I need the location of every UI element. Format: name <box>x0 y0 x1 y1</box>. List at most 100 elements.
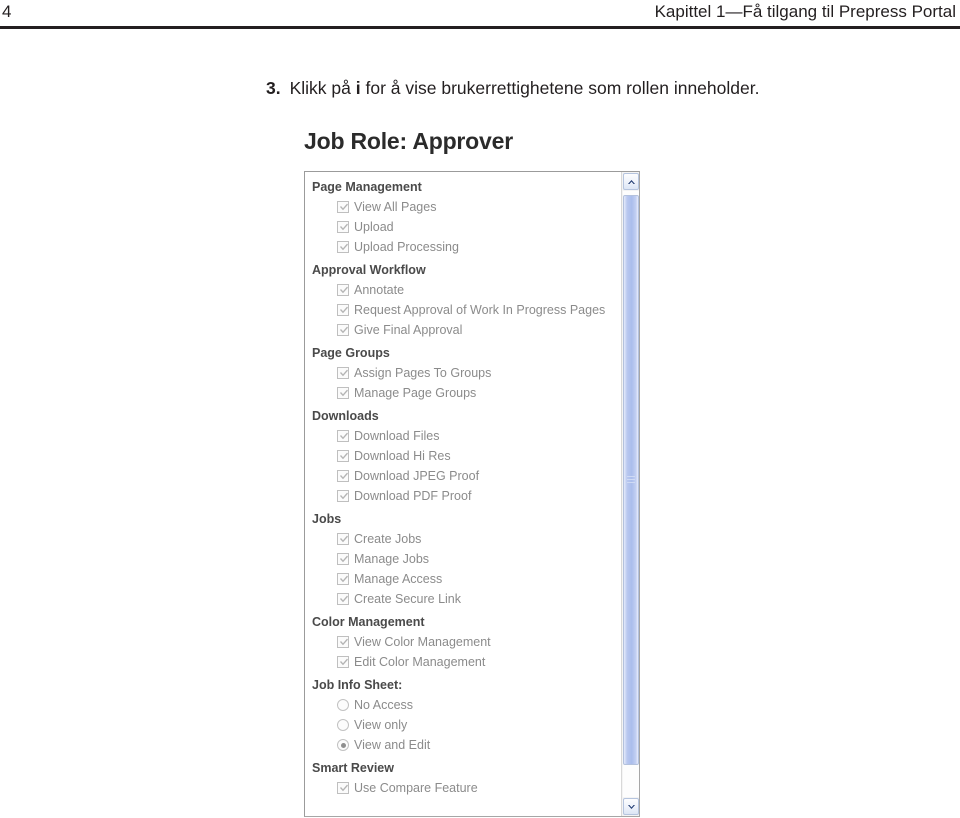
permission-option-label: Download JPEG Proof <box>354 469 480 483</box>
permission-option-label: View Color Management <box>354 635 491 649</box>
permission-option-row[interactable]: Manage Page Groups <box>312 383 621 403</box>
permission-option-label: Use Compare Feature <box>354 781 478 795</box>
permission-group-header: Job Info Sheet: <box>312 678 403 692</box>
permission-option-row[interactable]: Manage Access <box>312 569 621 589</box>
permission-option-row[interactable]: Upload Processing <box>312 237 621 257</box>
permission-option-row[interactable]: Download JPEG Proof <box>312 466 621 486</box>
permission-option-row[interactable]: View Color Management <box>312 632 621 652</box>
scrollbar-track[interactable] <box>623 191 639 797</box>
permission-group: Color Management View Color Management Edi… <box>312 613 621 672</box>
instruction-step: 3. Klikk på i for å vise brukerrettighete… <box>266 76 926 100</box>
permission-option-row[interactable]: Edit Color Management <box>312 652 621 672</box>
permission-group: Approval Workflow Annotate Request Approva… <box>312 261 621 340</box>
permission-option-row[interactable]: Download PDF Proof <box>312 486 621 506</box>
permission-group: Page Management View All Pages Upload Uploa… <box>312 178 621 257</box>
checkbox-checked-icon[interactable] <box>337 387 349 399</box>
permission-list-content: Page Management View All Pages Upload Uploa… <box>305 172 621 816</box>
permission-option-label: View All Pages <box>354 200 437 214</box>
permission-group-header: Color Management <box>312 615 425 629</box>
checkbox-checked-icon[interactable] <box>337 367 349 379</box>
permission-group: Page Groups Assign Pages To Groups Manage … <box>312 344 621 403</box>
checkbox-checked-icon[interactable] <box>337 782 349 794</box>
permission-group: Jobs Create Jobs Manage Jobs Manage Access C… <box>312 510 621 609</box>
permission-group: Job Info Sheet: No Access View only View an… <box>312 676 621 755</box>
permission-option-row[interactable]: Manage Jobs <box>312 549 621 569</box>
permission-option-label: Download PDF Proof <box>354 489 472 503</box>
scroll-up-button[interactable] <box>623 173 639 190</box>
permission-option-label: Annotate <box>354 283 405 297</box>
step-number: 3. <box>266 78 281 98</box>
checkbox-checked-icon[interactable] <box>337 656 349 668</box>
radio-selected-icon[interactable] <box>337 739 349 751</box>
checkbox-checked-icon[interactable] <box>337 430 349 442</box>
permission-option-label: No Access <box>354 698 414 712</box>
checkbox-checked-icon[interactable] <box>337 221 349 233</box>
checkbox-checked-icon[interactable] <box>337 284 349 296</box>
permission-option-label: Upload <box>354 220 394 234</box>
permission-option-label: Create Secure Link <box>354 592 462 606</box>
permission-option-row[interactable]: Upload <box>312 217 621 237</box>
permission-option-row[interactable]: Create Jobs <box>312 529 621 549</box>
radio-unselected-icon[interactable] <box>337 719 349 731</box>
checkbox-checked-icon[interactable] <box>337 636 349 648</box>
permission-option-label: Manage Jobs <box>354 552 430 566</box>
checkbox-checked-icon[interactable] <box>337 553 349 565</box>
permission-option-label: View and Edit <box>354 738 431 752</box>
permission-option-label: Manage Access <box>354 572 443 586</box>
checkbox-checked-icon[interactable] <box>337 490 349 502</box>
permission-option-row[interactable]: No Access <box>312 695 621 715</box>
permission-option-label: Edit Color Management <box>354 655 486 669</box>
header-divider-rule <box>0 26 960 29</box>
permission-option-label: Create Jobs <box>354 532 422 546</box>
step-text-before: Klikk på <box>289 78 356 98</box>
chapter-header-title: Kapittel 1—Få tilgang til Prepress Porta… <box>654 2 956 21</box>
permission-group-header: Smart Review <box>312 761 394 775</box>
step-text-after: for å vise brukerrettighetene som rollen… <box>360 78 760 98</box>
radio-unselected-icon[interactable] <box>337 699 349 711</box>
chevron-up-icon <box>627 179 636 185</box>
permission-option-label: Download Hi Res <box>354 449 451 463</box>
job-role-title: Job Role: Approver <box>304 128 513 154</box>
permission-option-label: Download Files <box>354 429 440 443</box>
permission-group-header: Page Management <box>312 180 422 194</box>
page-number: 4 <box>2 2 12 21</box>
permission-option-label: View only <box>354 718 408 732</box>
permission-option-row[interactable]: Annotate <box>312 280 621 300</box>
permission-group-header: Approval Workflow <box>312 263 426 277</box>
checkbox-checked-icon[interactable] <box>337 201 349 213</box>
permission-option-row[interactable]: Download Hi Res <box>312 446 621 466</box>
checkbox-checked-icon[interactable] <box>337 304 349 316</box>
checkbox-checked-icon[interactable] <box>337 470 349 482</box>
vertical-scrollbar[interactable] <box>621 172 639 816</box>
permission-option-label: Give Final Approval <box>354 323 463 337</box>
permission-option-row[interactable]: Download Files <box>312 426 621 446</box>
permission-option-row[interactable]: View only <box>312 715 621 735</box>
permission-option-row[interactable]: View All Pages <box>312 197 621 217</box>
chevron-down-icon <box>627 804 636 810</box>
permission-option-label: Upload Processing <box>354 240 459 254</box>
permission-option-row[interactable]: Assign Pages To Groups <box>312 363 621 383</box>
checkbox-checked-icon[interactable] <box>337 533 349 545</box>
permission-option-row[interactable]: Create Secure Link <box>312 589 621 609</box>
permission-group-header: Jobs <box>312 512 342 526</box>
permission-option-label: Request Approval of Work In Progress Pag… <box>354 303 606 317</box>
permission-option-row[interactable]: Give Final Approval <box>312 320 621 340</box>
permission-listbox[interactable]: Page Management View All Pages Upload Uploa… <box>304 171 640 817</box>
permission-option-label: Assign Pages To Groups <box>354 366 492 380</box>
checkbox-checked-icon[interactable] <box>337 593 349 605</box>
permission-option-label: Manage Page Groups <box>354 386 477 400</box>
grip-lines-icon <box>627 476 635 484</box>
permission-option-row[interactable]: Use Compare Feature <box>312 778 621 798</box>
permission-option-row[interactable]: View and Edit <box>312 735 621 755</box>
scroll-down-button[interactable] <box>623 798 639 815</box>
checkbox-checked-icon[interactable] <box>337 324 349 336</box>
checkbox-checked-icon[interactable] <box>337 450 349 462</box>
permission-option-row[interactable]: Request Approval of Work In Progress Pag… <box>312 300 621 320</box>
permission-group-header: Page Groups <box>312 346 390 360</box>
scrollbar-thumb[interactable] <box>623 195 639 765</box>
checkbox-checked-icon[interactable] <box>337 573 349 585</box>
permission-group-header: Downloads <box>312 409 379 423</box>
permission-group: Downloads Download Files Download Hi Res Do… <box>312 407 621 506</box>
page-header: 4 Kapittel 1—Få tilgang til Prepress Por… <box>0 0 960 30</box>
checkbox-checked-icon[interactable] <box>337 241 349 253</box>
